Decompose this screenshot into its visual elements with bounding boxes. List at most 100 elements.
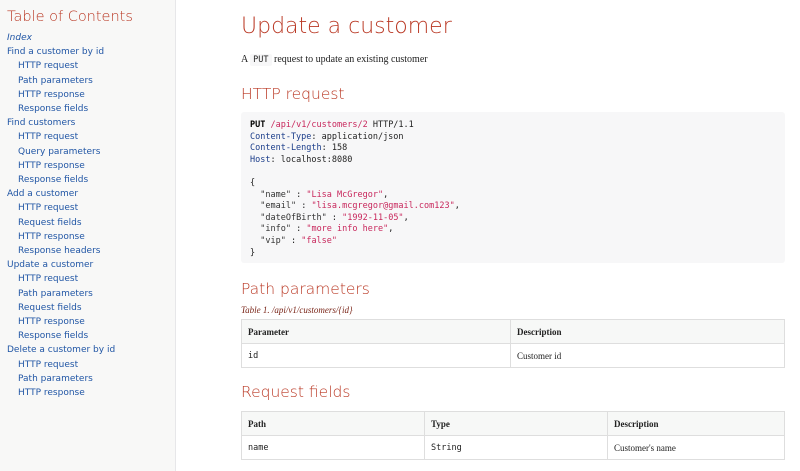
request-method: PUT xyxy=(250,120,266,130)
json-key: "name" xyxy=(260,189,291,200)
toc-link[interactable]: Request fields xyxy=(18,303,82,313)
table-header-row: Path Type Description xyxy=(241,411,785,436)
toc-item: Response fields xyxy=(7,173,175,187)
json-value: "1992-11-05" xyxy=(342,212,404,223)
json-trail: , xyxy=(388,224,394,235)
table-row: id Customer id xyxy=(241,343,785,368)
toc-link[interactable]: Find a customer by id xyxy=(7,47,104,57)
toc-item: Path parameters xyxy=(7,372,175,386)
toc-link[interactable]: Path parameters xyxy=(18,289,93,299)
request-headers: Content-Type: application/json Content-L… xyxy=(250,132,404,165)
header-value: : application/json xyxy=(311,131,404,142)
toc-link[interactable]: HTTP request xyxy=(18,203,78,213)
toc-item: HTTP request xyxy=(7,358,175,372)
toc-item: HTTP request xyxy=(7,272,175,286)
toc-link[interactable]: Response headers xyxy=(18,246,100,256)
toc-item: HTTP response xyxy=(7,159,175,173)
toc-item: Index xyxy=(7,31,175,45)
body-open: { xyxy=(250,177,256,188)
request-protocol: HTTP/1.1 xyxy=(367,120,414,130)
toc-link[interactable]: Response fields xyxy=(18,175,88,185)
toc-link[interactable]: Request fields xyxy=(18,218,82,228)
toc-item: Delete a customer by id xyxy=(7,343,175,357)
toc-item: HTTP request xyxy=(7,201,175,215)
json-value: "Lisa McGregor" xyxy=(306,189,384,200)
column-header: Description xyxy=(607,411,785,436)
header-name: Host xyxy=(250,154,271,165)
toc-link[interactable]: HTTP response xyxy=(18,90,85,100)
toc-item: Path parameters xyxy=(7,74,175,88)
lead-suffix: request to update an existing customer xyxy=(271,54,428,65)
table-header-row: Parameter Description xyxy=(241,319,785,344)
toc-item: HTTP response xyxy=(7,315,175,329)
json-separator: : xyxy=(326,212,343,223)
table-cell: Customer's name xyxy=(607,435,785,460)
toc-title: Table of Contents xyxy=(7,9,133,25)
toc-list: Index Find a customer by id HTTP request Pa… xyxy=(7,31,175,400)
toc-item: Update a customer xyxy=(7,258,175,272)
header-name: Content-Type xyxy=(250,131,312,142)
toc-link[interactable]: HTTP response xyxy=(18,388,85,398)
table-cell: id xyxy=(241,343,511,368)
table-row: name String Customer's name xyxy=(241,435,785,460)
table-cell: Customer id xyxy=(510,343,785,368)
toc-link[interactable]: HTTP request xyxy=(18,360,78,370)
main-content: Update a customer A PUT request to updat… xyxy=(241,0,785,460)
lead-prefix: A xyxy=(241,54,251,65)
request-url: /api/v1/customers/2 xyxy=(270,120,368,130)
toc-link[interactable]: HTTP request xyxy=(18,61,78,71)
json-trail: , xyxy=(403,212,409,223)
toc-link[interactable]: Add a customer xyxy=(7,189,78,199)
toc-link[interactable]: Delete a customer by id xyxy=(7,345,115,355)
toc-item: Add a customer xyxy=(7,187,175,201)
page-lead: A PUT request to update an existing cust… xyxy=(241,53,785,67)
toc-link[interactable]: Response fields xyxy=(18,331,88,341)
table-cell: String xyxy=(424,435,608,460)
toc-link[interactable]: Find customers xyxy=(7,118,75,128)
toc-item: Find a customer by id xyxy=(7,45,175,59)
toc-link[interactable]: Path parameters xyxy=(18,76,93,86)
toc-item: Response fields xyxy=(7,102,175,116)
toc-item: HTTP response xyxy=(7,88,175,102)
json-value: "false" xyxy=(301,235,338,246)
json-separator: : xyxy=(290,224,307,235)
toc-link[interactable]: Update a customer xyxy=(7,260,93,270)
json-trail: , xyxy=(454,201,460,212)
request-body: "name" : "Lisa McGregor", "email" : "lis… xyxy=(250,190,460,246)
json-separator: : xyxy=(285,235,302,246)
toc-link[interactable]: HTTP response xyxy=(18,317,85,327)
json-value: "more info here" xyxy=(306,224,389,235)
toc-item: Query parameters xyxy=(7,145,175,159)
toc-item: Find customers xyxy=(7,116,175,130)
toc-item: Response headers xyxy=(7,244,175,258)
request-fields-heading: Request fields xyxy=(241,383,351,401)
body-close: } xyxy=(250,247,256,258)
http-request-code-block: PUT /api/v1/customers/2 HTTP/1.1 Content… xyxy=(241,112,785,263)
header-value: : 158 xyxy=(321,143,348,154)
toc-link[interactable]: Index xyxy=(7,33,32,43)
toc-link[interactable]: Response fields xyxy=(18,104,88,114)
path-parameters-heading: Path parameters xyxy=(241,280,370,298)
json-value: "lisa.mcgregor@gmail.com123" xyxy=(311,201,455,212)
toc-link[interactable]: Path parameters xyxy=(18,374,93,384)
json-key: "email" xyxy=(260,201,297,212)
toc-link[interactable]: HTTP request xyxy=(18,132,78,142)
toc-link[interactable]: HTTP request xyxy=(18,274,78,284)
column-header: Description xyxy=(510,319,785,344)
request-fields-table: Path Type Description name String Custom… xyxy=(241,411,785,460)
json-key: "dateOfBirth" xyxy=(260,212,327,223)
lead-method-code: PUT xyxy=(250,54,272,66)
json-trail: , xyxy=(383,189,389,200)
toc-item: HTTP response xyxy=(7,230,175,244)
toc-item: Response fields xyxy=(7,329,175,343)
toc-item: Request fields xyxy=(7,301,175,315)
header-name: Content-Length xyxy=(250,143,322,154)
http-request-heading: HTTP request xyxy=(241,85,345,103)
toc-link[interactable]: Query parameters xyxy=(18,147,100,157)
header-value: : localhost:8080 xyxy=(270,154,353,165)
toc-item: HTTP request xyxy=(7,59,175,73)
toc-sidebar: Table of Contents Index Find a customer b… xyxy=(0,0,176,471)
json-separator: : xyxy=(296,201,312,212)
toc-link[interactable]: HTTP response xyxy=(18,232,85,242)
toc-link[interactable]: HTTP response xyxy=(18,161,85,171)
